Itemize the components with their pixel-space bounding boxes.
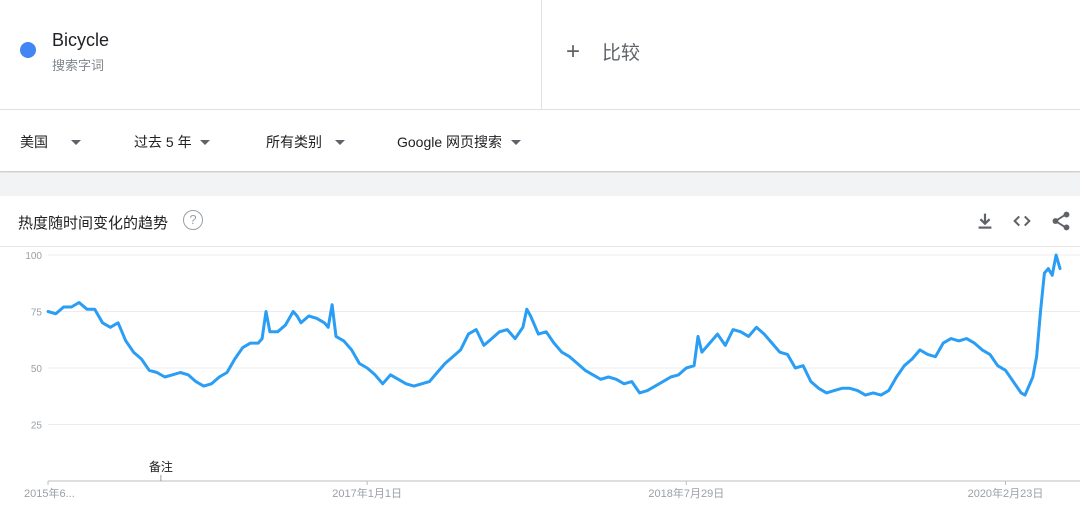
x-tick-label: 2018年7月29日 <box>648 486 724 500</box>
help-icon[interactable]: ? <box>183 210 203 230</box>
compare-button[interactable]: + 比较 <box>566 38 640 65</box>
time-range-filter[interactable]: 过去 5 年 <box>134 132 210 152</box>
share-icon[interactable] <box>1050 210 1072 232</box>
series-line <box>46 253 1062 397</box>
y-tick-label: 50 <box>31 364 43 375</box>
y-tick-label: 25 <box>31 421 43 432</box>
time-range-filter-label: 过去 5 年 <box>134 134 192 150</box>
search-type-filter-label: Google 网页搜索 <box>397 134 503 150</box>
y-tick-label: 100 <box>25 251 42 262</box>
category-filter-label: 所有类别 <box>266 134 322 150</box>
search-term-card[interactable]: Bicycle 搜索字词 <box>0 0 542 110</box>
interest-over-time-card: 热度随时间变化的趋势 ? 25 50 75 100 2015年6... 2017年1月1日… <box>0 196 1080 516</box>
annotation-label: 备注 <box>149 459 173 474</box>
chevron-down-icon <box>335 139 345 145</box>
region-filter-label: 美国 <box>20 134 48 150</box>
section-gap <box>0 173 1080 196</box>
card-header: 热度随时间变化的趋势 ? <box>0 196 1080 247</box>
term-color-dot <box>20 42 36 58</box>
card-title: 热度随时间变化的趋势 <box>18 215 169 232</box>
x-tick-label: 2020年2月23日 <box>968 486 1044 500</box>
compare-label: 比较 <box>602 43 641 64</box>
chevron-down-icon <box>199 139 210 145</box>
chevron-down-icon <box>511 139 522 145</box>
term-row: Bicycle 搜索字词 + 比较 <box>0 0 1080 110</box>
filter-bar: 美国 过去 5 年 所有类别 Google 网页搜索 <box>0 110 1080 172</box>
y-tick-label: 75 <box>31 308 43 319</box>
search-type-filter[interactable]: Google 网页搜索 <box>397 132 522 152</box>
download-icon[interactable] <box>974 210 996 232</box>
embed-icon[interactable] <box>1011 210 1033 232</box>
trend-line-chart: 25 50 75 100 2015年6... 2017年1月1日 2018年7月29日 202… <box>24 251 1080 500</box>
term-type-label: 搜索字词 <box>52 58 105 73</box>
region-filter[interactable]: 美国 <box>20 132 81 152</box>
x-tick-label: 2015年6... <box>24 486 75 500</box>
chevron-down-icon <box>71 139 81 145</box>
plus-icon: + <box>566 37 581 65</box>
term-name[interactable]: Bicycle <box>52 30 109 51</box>
x-tick-label: 2017年1月1日 <box>332 486 402 500</box>
category-filter[interactable]: 所有类别 <box>266 132 345 152</box>
